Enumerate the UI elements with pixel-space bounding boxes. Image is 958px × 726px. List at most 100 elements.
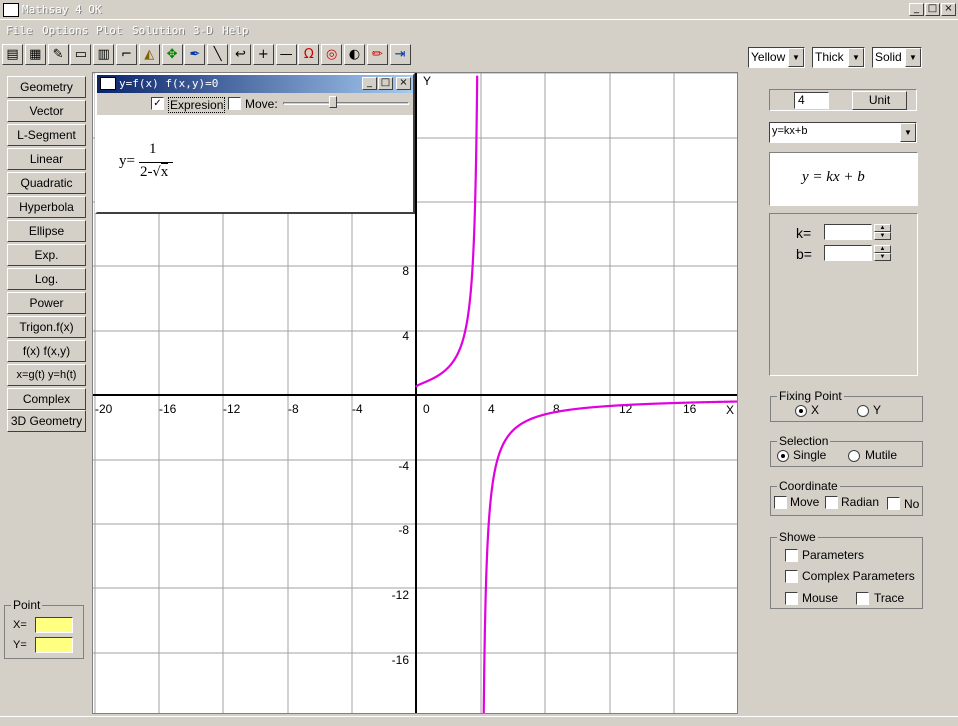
parameters-panel: k= ▲ ▼ b= ▲ ▼ — [769, 213, 918, 376]
menu-solution[interactable]: Solution — [132, 24, 185, 37]
menu-3d[interactable]: 3-D — [193, 24, 213, 37]
exit-icon[interactable]: ⇥ — [389, 44, 411, 65]
selection-title: Selection — [777, 434, 831, 448]
btn-geometry[interactable]: Geometry — [7, 76, 86, 98]
btn-linear[interactable]: Linear — [7, 148, 86, 170]
btn-complex[interactable]: Complex — [7, 388, 86, 410]
coordinate-move-label: Move — [790, 495, 820, 509]
coordinate-move-checkbox[interactable] — [774, 496, 787, 509]
coordinate-no-checkbox[interactable] — [887, 497, 900, 510]
b-input[interactable] — [824, 245, 872, 261]
btn-log[interactable]: Log. — [7, 268, 86, 290]
selection-multiple-label: Mutile — [865, 448, 898, 462]
btn-parametric[interactable]: x=g(t) y=h(t) — [7, 364, 86, 386]
x-tick-label: 16 — [683, 402, 697, 416]
expression-checkbox[interactable]: ✓ — [151, 97, 164, 110]
print-icon[interactable]: ▤ — [2, 44, 23, 65]
move-label: Move: — [245, 97, 278, 111]
point-x-field[interactable] — [35, 617, 73, 633]
close-button[interactable]: × — [941, 3, 956, 16]
thickness-select[interactable]: Thick ▼ — [812, 47, 865, 68]
trace-checkbox[interactable] — [856, 592, 869, 605]
eraser-icon[interactable]: ▭ — [70, 44, 92, 65]
curve-right-branch — [482, 400, 737, 713]
btn-power[interactable]: Power — [7, 292, 86, 314]
menu-plot[interactable]: Plot — [96, 24, 123, 37]
style-select[interactable]: Solid ▼ — [872, 47, 922, 68]
btn-trigon[interactable]: Trigon.f(x) — [7, 316, 86, 338]
y-tick-label: -8 — [398, 523, 409, 537]
coordinate-radian-checkbox[interactable] — [825, 496, 838, 509]
selection-multiple-radio[interactable] — [848, 450, 860, 462]
btn-3d-geometry[interactable]: 3D Geometry — [7, 410, 86, 432]
point-x-label: X= — [13, 619, 27, 631]
sqrt-icon: √ — [152, 165, 161, 180]
y-tick-label: 4 — [402, 329, 409, 343]
coordinate-group: Coordinate Move Radian No — [770, 479, 923, 516]
fwin-minimize-button[interactable]: _ — [362, 77, 377, 90]
btn-quadratic[interactable]: Quadratic — [7, 172, 86, 194]
move-checkbox[interactable] — [228, 97, 241, 110]
fixing-y-radio[interactable] — [857, 405, 869, 417]
fixing-x-radio[interactable] — [795, 405, 807, 417]
k-spinner[interactable]: ▲ ▼ — [874, 224, 891, 240]
fixing-point-group: Fixing Point X Y — [770, 389, 923, 422]
k-input[interactable] — [824, 224, 872, 240]
line-icon[interactable]: ╲ — [207, 44, 229, 65]
back-arrow-icon[interactable]: ↩ — [230, 44, 251, 65]
btn-hyperbola[interactable]: Hyperbola — [7, 196, 86, 218]
color-select[interactable]: Yellow ▼ — [748, 47, 805, 68]
target-icon[interactable]: ◎ — [321, 44, 343, 65]
pencil-icon[interactable]: ✏ — [366, 44, 388, 65]
menu-file[interactable]: File — [6, 24, 33, 37]
magnet-icon[interactable]: Ω — [298, 44, 320, 65]
pen-icon[interactable]: ✒ — [184, 44, 206, 65]
x-tick-label: 8 — [553, 402, 560, 416]
function-select[interactable]: y=kx+b ▼ — [769, 122, 917, 143]
draw-icon[interactable]: ✎ — [47, 44, 69, 65]
btn-fx-fxy[interactable]: f(x) f(x,y) — [7, 340, 86, 362]
complex-parameters-checkbox[interactable] — [785, 570, 798, 583]
function-window: y=f(x) f(x,y)=0 _ □ × ✓ Expresion Move: … — [95, 73, 415, 214]
save-icon[interactable]: ▦ — [24, 44, 46, 65]
x-tick-label: -16 — [159, 402, 177, 416]
showe-title: Showe — [777, 530, 818, 544]
fwin-maximize-button[interactable]: □ — [378, 77, 393, 90]
point-y-field[interactable] — [35, 637, 73, 653]
selection-group: Selection Single Mutile — [770, 434, 923, 467]
expression-label: Expresion — [168, 97, 226, 113]
move-slider-thumb[interactable] — [329, 96, 337, 108]
corner-icon[interactable]: ⌐ — [116, 44, 137, 65]
x-tick-label: -12 — [223, 402, 241, 416]
plus-icon[interactable]: + — [252, 44, 274, 65]
b-spinner[interactable]: ▲ ▼ — [874, 245, 891, 261]
parameters-label: Parameters — [802, 548, 865, 562]
btn-l-segment[interactable]: L-Segment — [7, 124, 86, 146]
menu-bar: File Options Plot Solution 3-D Help — [0, 21, 958, 39]
unit-input[interactable]: 4 — [794, 92, 829, 109]
fill-icon[interactable]: ◭ — [138, 44, 160, 65]
btn-exp[interactable]: Exp. — [7, 244, 86, 266]
fraction-numerator: 1 — [149, 141, 157, 157]
circle-icon[interactable]: ◐ — [344, 44, 365, 65]
unit-button[interactable]: Unit — [852, 91, 907, 110]
point-y-label: Y= — [13, 639, 27, 651]
move-slider-track[interactable] — [283, 102, 409, 105]
coordinate-radian-label: Radian — [841, 495, 880, 509]
move-icon[interactable]: ✥ — [161, 44, 183, 65]
mouse-checkbox[interactable] — [785, 592, 798, 605]
maximize-button[interactable]: □ — [925, 3, 940, 16]
selection-single-radio[interactable] — [777, 450, 789, 462]
point-title: Point — [11, 598, 43, 612]
menu-help[interactable]: Help — [222, 24, 249, 37]
btn-ellipse[interactable]: Ellipse — [7, 220, 86, 242]
x-axis-label: X — [726, 403, 734, 417]
menu-options[interactable]: Options — [42, 24, 88, 37]
minus-icon[interactable]: — — [275, 44, 297, 65]
window-title: Mathsay 4 OK — [22, 3, 102, 16]
parameters-checkbox[interactable] — [785, 549, 798, 562]
fwin-close-button[interactable]: × — [396, 77, 411, 90]
chart-icon[interactable]: ▥ — [93, 44, 115, 65]
minimize-button[interactable]: _ — [909, 3, 924, 16]
btn-vector[interactable]: Vector — [7, 100, 86, 122]
